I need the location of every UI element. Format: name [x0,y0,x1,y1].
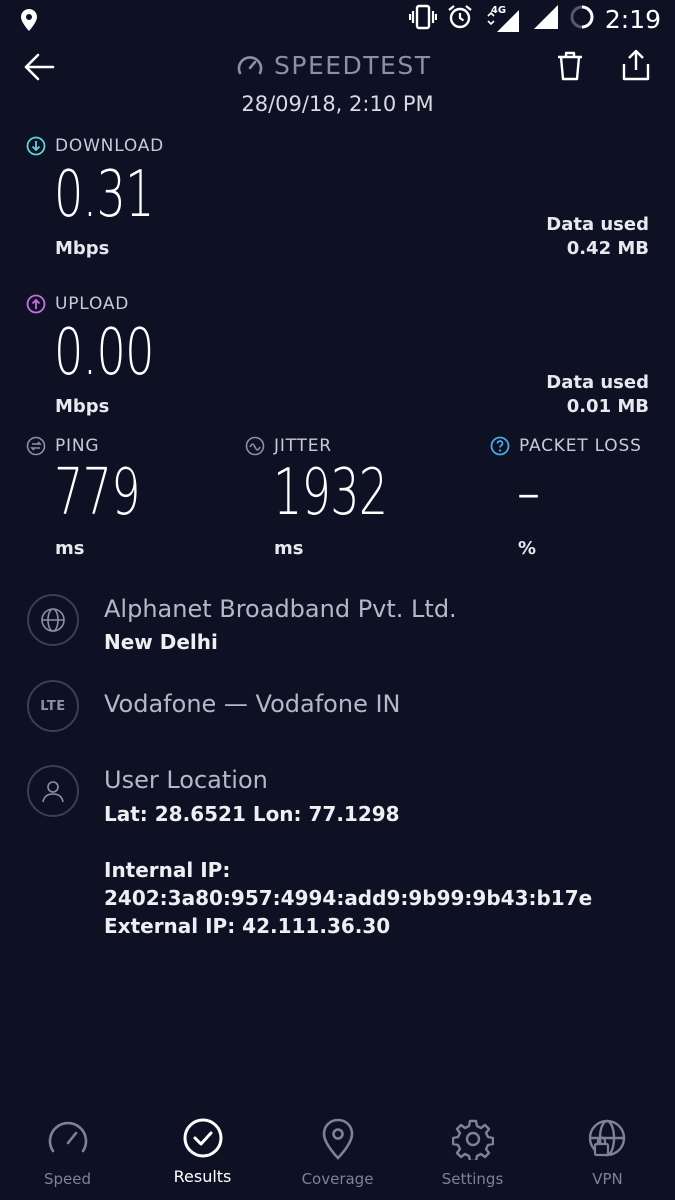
download-unit: Mbps [55,238,110,259]
signal-icon [533,4,559,34]
map-pin-icon [321,1118,355,1164]
trash-icon [558,51,582,81]
gear-icon [451,1118,494,1164]
nav-results[interactable]: Results [135,1100,270,1200]
vibrate-icon [408,4,437,34]
packet-loss-label-row[interactable]: PACKET LOSS [490,436,642,456]
upload-data-used-value: 0.01 MB [566,396,649,417]
ping-unit: ms [55,538,85,559]
jitter-icon [245,436,265,456]
jitter-label: JITTER [274,436,332,456]
upload-data-used: Data used 0.01 MB [546,371,649,419]
globe-icon [41,608,65,632]
upload-label: UPLOAD [55,294,130,314]
app-header: SPEEDTEST [0,42,675,92]
download-data-used-value: 0.42 MB [566,238,649,259]
jitter-unit: ms [274,538,304,559]
user-icon [42,781,64,803]
check-circle-icon [182,1118,224,1164]
clock-time: 2:19 [604,4,661,34]
bottom-navigation: Speed Results Coverage Settings VPN [0,1100,675,1200]
test-date: 28/09/18, 2:10 PM [241,92,434,116]
upload-label-row: UPLOAD [26,294,129,314]
upload-arrow-icon [26,294,46,314]
nav-results-label: Results [173,1167,232,1186]
download-label: DOWNLOAD [55,136,165,156]
upload-unit: Mbps [55,396,110,417]
signal-4g-icon: 4G [483,5,523,33]
internal-ip-label: Internal IP: [104,858,231,882]
internal-ip-value: 2402:3a80:957:4994:add9:9b99:9b43:b17e [104,886,593,910]
status-bar: 4G 2:19 [0,0,675,42]
ping-label-row: PING [26,436,99,456]
share-button[interactable] [620,48,652,82]
download-arrow-icon [26,136,46,156]
nav-coverage-label: Coverage [301,1170,374,1188]
alarm-icon [447,4,473,34]
isp-globe-badge [27,594,79,646]
download-value: 0.31 [54,158,154,232]
app-title: SPEEDTEST [236,51,432,80]
download-data-used-label: Data used [546,214,649,235]
ping-label: PING [55,436,100,456]
user-badge [27,765,79,817]
nav-vpn-label: VPN [592,1170,623,1188]
speedtest-logo-icon [237,55,263,74]
download-label-row: DOWNLOAD [26,136,164,156]
external-ip: External IP: 42.111.36.30 [104,914,391,938]
user-coordinates: Lat: 28.6521 Lon: 77.1298 [104,802,400,826]
nav-vpn[interactable]: VPN [540,1100,675,1200]
globe-lock-icon [587,1118,629,1164]
location-status-icon [20,8,38,36]
nav-settings[interactable]: Settings [405,1100,540,1200]
ping-icon [26,436,46,456]
page-title: SPEEDTEST [274,51,432,80]
lte-icon-text: LTE [40,698,66,714]
nav-speed[interactable]: Speed [0,1100,135,1200]
isp-name: Alphanet Broadband Pvt. Ltd. [104,595,457,623]
packet-loss-label: PACKET LOSS [519,436,642,456]
help-icon[interactable] [490,436,510,456]
nav-settings-label: Settings [441,1170,504,1188]
jitter-value: 1932 [273,456,388,530]
packet-loss-unit: % [518,538,537,559]
speedometer-icon [47,1118,89,1162]
jitter-label-row: JITTER [245,436,332,456]
packet-loss-value: – [517,456,540,530]
back-button[interactable] [22,50,56,84]
arrow-left-icon [24,53,55,81]
nav-coverage[interactable]: Coverage [270,1100,405,1200]
delete-button[interactable] [555,50,585,82]
carrier-name: Vodafone — Vodafone IN [104,690,401,718]
speedtest-result-screen: 4G 2:19 SPEEDTEST 28/09/18, 2:10 PM DOWN… [0,0,675,1200]
lte-badge: LTE [27,680,79,732]
server-city: New Delhi [104,630,218,654]
nav-speed-label: Speed [43,1170,92,1188]
user-location-title: User Location [104,766,268,794]
battery-charging-icon [569,4,595,34]
upload-data-used-label: Data used [546,372,649,393]
download-data-used: Data used 0.42 MB [546,213,649,261]
ping-value: 779 [54,456,141,530]
upload-value: 0.00 [54,316,154,390]
share-icon [622,49,650,81]
